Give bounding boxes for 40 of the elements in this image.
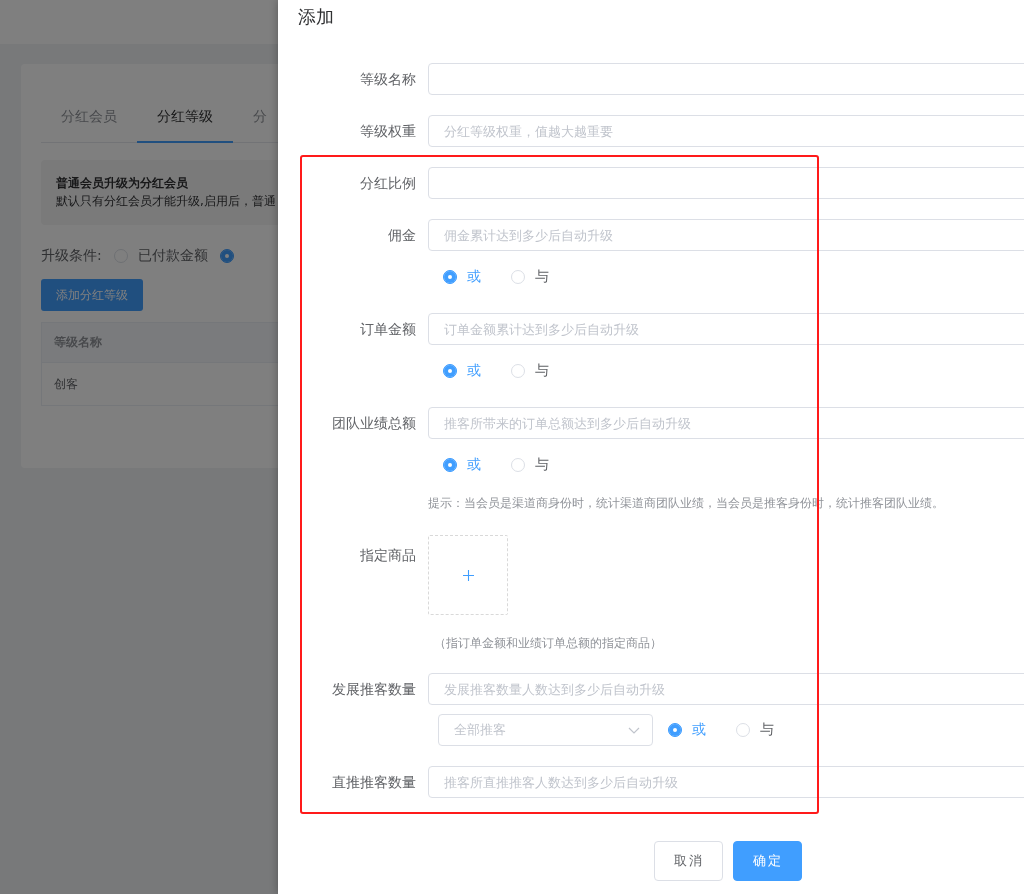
input-field[interactable]: 推客所直推推客人数达到多少后自动升级	[428, 766, 1024, 798]
field-label: 订单金额	[359, 320, 417, 339]
field-label: 佣金	[387, 226, 417, 245]
upload-box[interactable]	[428, 535, 508, 615]
chevron-down-icon	[628, 726, 640, 734]
radio-option[interactable]: 或	[668, 721, 706, 739]
radio-option[interactable]	[219, 249, 234, 263]
confirm-button[interactable]: 确定	[733, 841, 802, 881]
radio-option[interactable]: 或	[443, 456, 481, 474]
field-label: 分红比例	[359, 174, 417, 193]
table-cell: 创客	[54, 375, 78, 393]
input-field[interactable]: 推客所带来的订单总额达到多少后自动升级	[428, 407, 1024, 439]
cancel-button[interactable]: 取消	[654, 841, 723, 881]
input-field[interactable]: 订单金额累计达到多少后自动升级	[428, 313, 1024, 345]
radio-option[interactable]: 或	[443, 362, 481, 380]
radio-option[interactable]: 与	[511, 268, 549, 286]
input-field[interactable]	[428, 167, 1024, 199]
field-label: 等级名称	[359, 70, 417, 89]
add-level-button[interactable]: 添加分红等级	[41, 279, 143, 311]
dialog-title: 添加	[297, 5, 335, 29]
radio-option[interactable]: 或	[443, 268, 481, 286]
radio-option[interactable]: 与	[511, 362, 549, 380]
condition-label: 升级条件:	[41, 247, 102, 265]
field-label: 团队业绩总额	[331, 414, 417, 433]
input-field[interactable]: 分红等级权重，值越大越重要	[428, 115, 1024, 147]
field-label: 等级权重	[359, 122, 417, 141]
field-label: 发展推客数量	[331, 680, 417, 699]
field-label: 指定商品	[359, 546, 417, 565]
plus-icon	[462, 569, 474, 581]
radio-option[interactable]: 与	[736, 721, 774, 739]
input-field[interactable]	[428, 63, 1024, 95]
notice-text: 默认只有分红会员才能升级,启用后，普通	[56, 193, 276, 210]
radio-option[interactable]: 已付款金额	[113, 247, 208, 265]
note-text: （指订单金额和业绩订单总额的指定商品）	[433, 635, 662, 652]
field-label: 直推推客数量	[331, 773, 417, 792]
tab[interactable]: 分红等级	[137, 92, 233, 143]
input-field[interactable]: 发展推客数量人数达到多少后自动升级	[428, 673, 1024, 705]
radio-option[interactable]: 与	[511, 456, 549, 474]
notice-title: 普通会员升级为分红会员	[56, 175, 188, 192]
select-field[interactable]: 全部推客	[438, 714, 653, 746]
